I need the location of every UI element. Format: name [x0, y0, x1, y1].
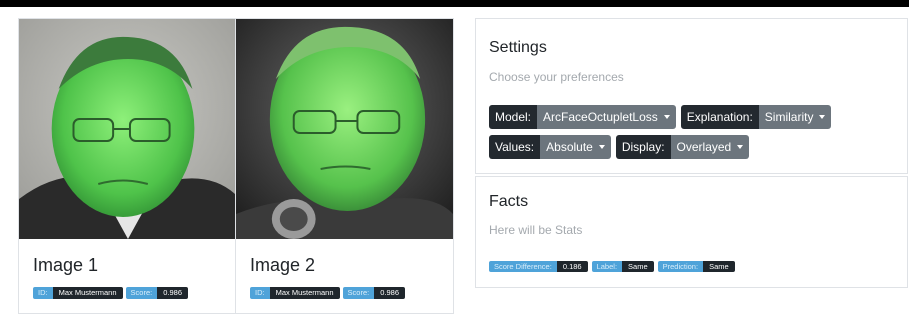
values-select[interactable]: Absolute [540, 135, 611, 159]
facts-badges: Score Difference: 0.186 Label: Same Pred… [489, 261, 735, 272]
explanation-label: Explanation: [680, 105, 759, 129]
image-title: Image 1 [33, 255, 99, 275]
settings-row-2: Values: Absolute Display: Overlayed [489, 135, 750, 159]
values-dropdown[interactable]: Values: Absolute [489, 135, 611, 159]
facts-card: Facts Here will be Stats Score Differenc… [475, 176, 908, 288]
id-badge: ID: Max Mustermann [250, 287, 340, 299]
values-label: Values: [489, 135, 541, 159]
facts-title: Facts [489, 193, 529, 210]
prediction-key: Prediction: [657, 261, 704, 272]
id-badge-value: Max Mustermann [52, 287, 123, 299]
model-label: Model: [489, 105, 538, 129]
model-value: ArcFaceOctupletLoss [543, 110, 658, 124]
score-difference-badge: Score Difference: 0.186 [489, 261, 588, 272]
settings-title: Settings [489, 39, 547, 56]
display-label: Display: [615, 135, 671, 159]
top-bar [0, 0, 909, 7]
caret-down-icon [598, 145, 605, 149]
image-card-2: Image 2 ID: Max Mustermann Score: 0.986 [236, 18, 454, 314]
score-difference-key: Score Difference: [489, 261, 557, 272]
id-badge: ID: Max Mustermann [33, 287, 123, 299]
caret-down-icon [819, 115, 826, 119]
score-badge: Score: 0.986 [125, 287, 188, 299]
score-badge-value: 0.986 [157, 287, 188, 299]
values-value: Absolute [546, 140, 593, 154]
image-title: Image 2 [250, 255, 316, 275]
image-badges: ID: Max Mustermann Score: 0.986 [33, 287, 188, 299]
id-badge-key: ID: [250, 287, 270, 299]
id-badge-key: ID: [33, 287, 53, 299]
score-badge-key: Score: [342, 287, 375, 299]
explanation-value: Similarity [764, 110, 814, 124]
settings-card: Settings Choose your preferences Model: … [475, 18, 908, 174]
caret-down-icon [663, 115, 670, 119]
score-difference-value: 0.186 [556, 261, 588, 272]
image-card-1: Image 1 ID: Max Mustermann Score: 0.986 [18, 18, 236, 314]
face-heatmap-image-1 [19, 19, 235, 239]
image-badges: ID: Max Mustermann Score: 0.986 [250, 287, 405, 299]
model-select[interactable]: ArcFaceOctupletLoss [537, 105, 676, 129]
settings-subtitle: Choose your preferences [489, 70, 624, 84]
caret-down-icon [737, 145, 744, 149]
display-dropdown[interactable]: Display: Overlayed [615, 135, 750, 159]
label-key: Label: [591, 261, 623, 272]
prediction-value: Same [703, 261, 735, 272]
display-value: Overlayed [676, 140, 732, 154]
score-badge: Score: 0.986 [342, 287, 405, 299]
explanation-select[interactable]: Similarity [758, 105, 832, 129]
prediction-badge: Prediction: Same [657, 261, 735, 272]
settings-row-1: Model: ArcFaceOctupletLoss Explanation: … [489, 105, 832, 129]
facts-subtitle: Here will be Stats [489, 223, 583, 237]
display-select[interactable]: Overlayed [670, 135, 750, 159]
model-dropdown[interactable]: Model: ArcFaceOctupletLoss [489, 105, 676, 129]
score-badge-value: 0.986 [374, 287, 405, 299]
score-badge-key: Score: [125, 287, 158, 299]
id-badge-value: Max Mustermann [269, 287, 340, 299]
label-value: Same [622, 261, 654, 272]
label-badge: Label: Same [591, 261, 654, 272]
face-heatmap-image-2 [236, 19, 453, 239]
explanation-dropdown[interactable]: Explanation: Similarity [680, 105, 832, 129]
